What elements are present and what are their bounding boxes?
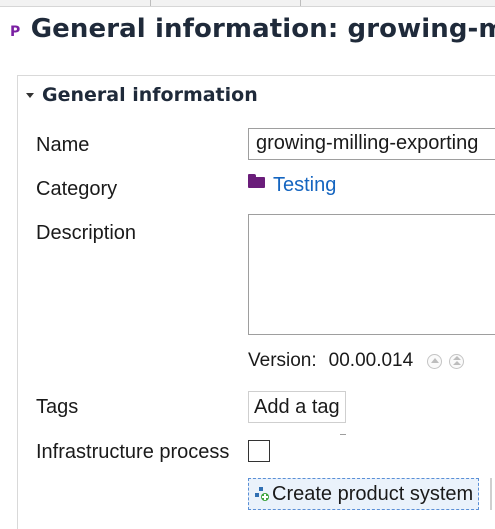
version-row: Version: 00.00.014 [248, 350, 471, 372]
editor-header: P General information: growing-milling [10, 14, 495, 44]
adjacent-button-edge [490, 478, 492, 510]
version-minor-increment-icon[interactable] [427, 353, 443, 369]
name-field[interactable]: growing-milling-exporting [248, 128, 495, 160]
tab-divider [300, 0, 301, 6]
product-system-add-icon [255, 487, 269, 501]
category-link-text[interactable]: Testing [273, 174, 336, 197]
process-editor-page: P General information: growing-milling G… [0, 0, 495, 529]
plus-icon [261, 493, 269, 501]
add-tag-label: Add a tag [254, 395, 340, 418]
tag-list-divider [340, 434, 346, 435]
version-label: Version: [248, 350, 317, 371]
infrastructure-checkbox[interactable] [248, 440, 270, 462]
name-label: Name [36, 134, 90, 156]
process-icon: P [10, 24, 21, 40]
tags-label: Tags [36, 396, 79, 418]
create-product-system-label: Create product system [272, 482, 474, 505]
ps-node [259, 487, 263, 491]
category-label: Category [36, 178, 118, 200]
chevron-down-icon[interactable] [26, 92, 34, 98]
folder-icon [248, 174, 265, 188]
create-product-system-button[interactable]: Create product system [248, 478, 480, 510]
section-title: General information [42, 84, 258, 106]
infrastructure-label: Infrastructure process [36, 441, 230, 463]
section-toggle[interactable]: General information [26, 84, 258, 106]
editor-tab-strip [0, 0, 495, 7]
version-major-increment-icon[interactable] [449, 353, 465, 369]
add-tag-button[interactable]: Add a tag [248, 391, 346, 423]
description-textarea[interactable] [248, 214, 495, 335]
ps-node [255, 493, 259, 497]
category-link[interactable]: Testing [248, 174, 336, 197]
version-value: 00.00.014 [328, 350, 414, 371]
page-title: General information: growing-milling [30, 14, 495, 44]
description-label: Description [36, 222, 137, 244]
tab-divider [150, 0, 151, 6]
